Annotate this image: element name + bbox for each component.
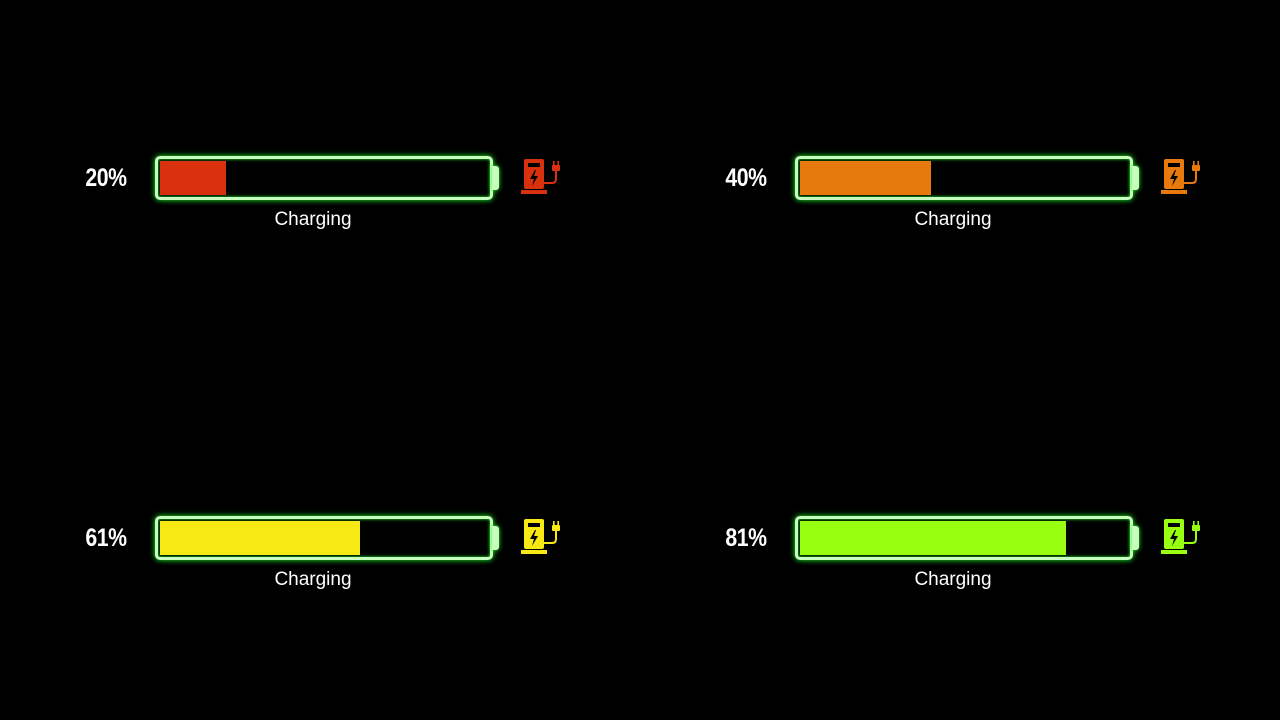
battery-status: Charging — [914, 569, 992, 590]
battery-fill — [160, 161, 226, 195]
battery-fill — [160, 521, 361, 555]
battery-outline — [155, 156, 493, 200]
battery-fill — [800, 521, 1066, 555]
battery-panel: 81% Charging — [640, 360, 1280, 720]
battery-cap — [1132, 526, 1139, 550]
battery-cap — [492, 526, 499, 550]
charging-station-icon — [1161, 159, 1200, 194]
battery-fill — [800, 161, 932, 195]
charging-station-icon — [1161, 519, 1200, 554]
battery-outline — [795, 156, 1133, 200]
battery-cap — [492, 166, 499, 190]
battery-panel: 61% Charging — [0, 360, 640, 720]
battery-percent: 20% — [85, 164, 127, 192]
battery-status: Charging — [274, 209, 352, 230]
battery-status: Charging — [914, 209, 992, 230]
battery-percent: 81% — [725, 524, 767, 552]
battery-percent: 40% — [725, 164, 767, 192]
battery-outline — [795, 516, 1133, 560]
battery-panel: 20% Charging — [0, 0, 640, 360]
battery-cap — [1132, 166, 1139, 190]
battery-percent: 61% — [85, 524, 127, 552]
battery-panel: 40% Charging — [640, 0, 1280, 360]
charging-station-icon — [521, 159, 560, 194]
charging-station-icon — [521, 519, 560, 554]
battery-outline — [155, 516, 493, 560]
battery-status: Charging — [274, 569, 352, 590]
